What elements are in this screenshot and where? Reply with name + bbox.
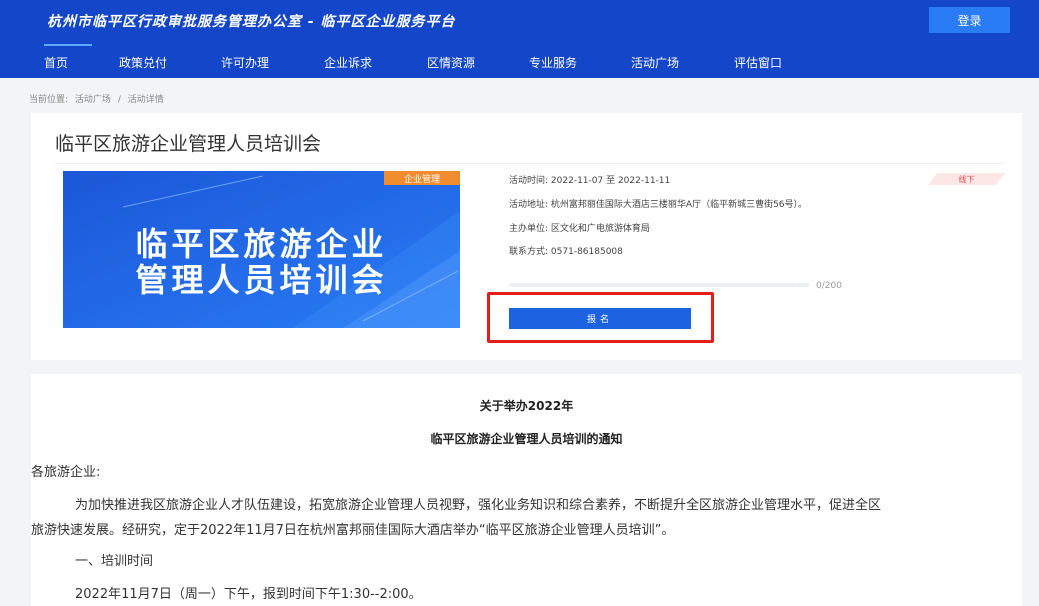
contact-row: 联系方式: 0571-86185008 [509,244,623,257]
activity-address-label: 活动地址: [509,200,549,210]
activity-time-row: 活动时间: 2022-11-07 至 2022-11-11 [509,173,670,186]
breadcrumb: 当前位置: 活动广场 / 活动详情 [29,92,168,105]
nav-item-policy[interactable]: 政策兑付 [119,54,167,71]
nav-item-permit[interactable]: 许可办理 [221,54,269,71]
site-title: 杭州市临平区行政审批服务管理办公室 - 临平区企业服务平台 [47,14,456,30]
activity-summary-card: 临平区旅游企业管理人员培训会 企业管理 临平区旅游企业 管理人员培训会 线下 活… [31,113,1022,360]
breadcrumb-activities-link[interactable]: 活动广场 [75,95,111,105]
nav-active-indicator [44,44,92,46]
article-greeting: 各旅游企业: [31,465,101,480]
nav-item-evaluation[interactable]: 评估窗口 [734,54,782,71]
breadcrumb-separator: / [117,95,121,105]
activity-time-value: 2022-11-07 至 2022-11-11 [550,176,671,186]
banner-headline-line2: 管理人员培训会 [135,261,388,299]
article-section1-text: 2022年11月7日（周一）下午，报到时间下午1:30--2:00。 [75,587,422,602]
organizer-value: 区文化和广电旅游体育局 [550,224,650,234]
breadcrumb-prefix: 当前位置: [29,95,69,105]
activity-address-row: 活动地址: 杭州富邦丽佳国际大酒店三楼丽华A厅（临平新城三曹街56号）。 [509,197,807,210]
signup-button[interactable]: 报名 [509,308,691,329]
nav-item-appeal[interactable]: 企业诉求 [324,54,372,71]
nav-item-resources[interactable]: 区情资源 [427,54,475,71]
login-button[interactable]: 登录 [929,7,1010,33]
article-title-line2: 临平区旅游企业管理人员培训的通知 [430,432,623,446]
contact-label: 联系方式: [509,247,549,257]
offline-mode-badge: 线下 [928,173,1005,185]
activity-address-value: 杭州富邦丽佳国际大酒店三楼丽华A厅（临平新城三曹街56号）。 [550,200,808,210]
enrollment-progress-bar [509,283,809,287]
article-section1-heading: 一、培训时间 [75,554,154,569]
main-nav: 首页 政策兑付 许可办理 企业诉求 区情资源 专业服务 活动广场 评估窗口 [0,46,1039,78]
title-divider [55,163,1005,164]
activity-title: 临平区旅游企业管理人员培训会 [55,133,322,155]
article-title-line1: 关于举办2022年 [479,399,574,413]
contact-value: 0571-86185008 [550,247,623,257]
top-header: 杭州市临平区行政审批服务管理办公室 - 临平区企业服务平台 登录 首页 政策兑付… [0,0,1039,78]
activity-banner-image: 企业管理 临平区旅游企业 管理人员培训会 [63,171,460,328]
nav-item-home[interactable]: 首页 [44,54,68,71]
breadcrumb-current: 活动详情 [127,95,164,105]
banner-category-tag: 企业管理 [384,171,460,185]
article-paragraph1-line2: 旅游快速发展。经研究，定于2022年11月7日在杭州富邦丽佳国际大酒店举办“临平… [31,523,675,538]
activity-time-label: 活动时间: [509,176,549,186]
organizer-label: 主办单位: [509,224,549,234]
organizer-row: 主办单位: 区文化和广电旅游体育局 [509,221,650,234]
nav-item-activities[interactable]: 活动广场 [631,54,679,71]
nav-item-services[interactable]: 专业服务 [529,54,577,71]
article-card: 关于举办2022年 临平区旅游企业管理人员培训的通知 各旅游企业: 为加快推进我… [31,374,1022,606]
article-paragraph1-line1: 为加快推进我区旅游企业人才队伍建设，拓宽旅游企业管理人员视野，强化业务知识和综合… [75,498,882,513]
enrollment-count: 0/200 [816,281,842,291]
